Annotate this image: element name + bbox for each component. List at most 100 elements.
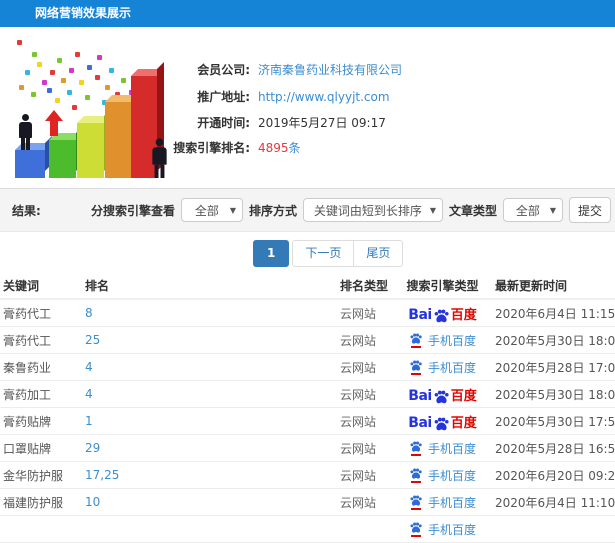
page-title: 网络营销效果展示	[0, 0, 615, 27]
baidu-logo-bai-text: Bai	[408, 414, 432, 431]
rank-link[interactable]: 17,25	[85, 462, 285, 488]
baidu-mobile-badge: 手机百度	[409, 521, 476, 538]
engine-filter-label: 分搜索引擎查看	[90, 203, 175, 218]
rank-type-cell: 云网站	[340, 333, 377, 348]
baidu-paw-icon	[434, 309, 449, 322]
pagination: 1 下一页 尾页	[253, 240, 404, 267]
rank-link[interactable]: 4	[85, 354, 285, 380]
table-row: 福建防护服 10 云网站 手机百度 2020年6月4日 11:10	[0, 489, 615, 516]
col-engine-type: 搜索引擎类型	[406, 278, 479, 293]
rank-type-cell: 云网站	[340, 441, 377, 456]
member-company-label: 会员公司:	[197, 63, 250, 77]
updated-cell: 2020年5月30日 18:03	[495, 387, 615, 402]
table-row: 秦鲁药业 4 云网站 手机百度 2020年5月28日 17:02	[0, 354, 615, 381]
rank-link[interactable]: 4	[85, 381, 285, 407]
ranking-count-number: 4895	[258, 141, 289, 155]
baidu-paw-icon	[409, 333, 423, 348]
filter-controls: 分搜索引擎查看 全部 ▼ 排序方式 关键词由短到长排序 ▼ 文章类型 全部 ▼ …	[91, 197, 615, 223]
chart-bar-orange	[105, 102, 131, 178]
updated-cell: 2020年6月4日 11:10	[495, 495, 615, 510]
open-time-label: 开通时间:	[197, 116, 250, 130]
baidu-mobile-badge: 手机百度	[409, 494, 476, 511]
keyword-cell: 金华防护服	[3, 468, 64, 483]
table-row: 口罩贴牌 29 云网站 手机百度 2020年5月28日 16:55	[0, 435, 615, 462]
table-row: 膏药代工 25 云网站 手机百度 2020年5月30日 18:06	[0, 327, 615, 354]
baidu-paw-icon	[409, 495, 423, 510]
confetti-decoration	[17, 40, 22, 45]
rank-link[interactable]: 10	[85, 489, 285, 515]
article-type-value: 全部	[515, 203, 540, 218]
engine-cell: Bai 百度	[395, 300, 490, 326]
engine-cell: 手机百度	[395, 435, 490, 461]
baidu-mobile-badge: 手机百度	[409, 467, 476, 484]
baidu-mobile-label: 手机百度	[427, 495, 476, 510]
keyword-cell: 膏药加工	[3, 387, 52, 402]
rank-type-cell: 云网站	[340, 468, 377, 483]
rank-link[interactable]: 1	[85, 408, 285, 434]
filter-bar: 结果: 分搜索引擎查看 全部 ▼ 排序方式 关键词由短到长排序 ▼ 文章类型 全…	[0, 188, 615, 232]
baidu-pc-logo: Bai 百度	[408, 412, 476, 431]
baidu-paw-icon	[434, 390, 449, 403]
info-section: 会员公司: 济南秦鲁药业科技有限公司 推广地址: http://www.qlyy…	[0, 27, 615, 188]
baidu-mobile-label: 手机百度	[427, 468, 476, 483]
up-arrow-icon	[45, 110, 63, 138]
keyword-cell: 膏药代工	[3, 306, 52, 321]
sort-select[interactable]: 关键词由短到长排序 ▼	[302, 198, 443, 222]
table-body: 膏药代工 8 云网站 Bai 百度 2020年6月4日 11:15 膏药代工 2…	[0, 300, 615, 543]
submit-button[interactable]: 提交	[569, 197, 611, 223]
baidu-paw-icon	[434, 417, 449, 430]
baidu-pc-logo: Bai 百度	[408, 385, 476, 404]
baidu-mobile-label: 手机百度	[427, 360, 476, 375]
baidu-mobile-label: 手机百度	[427, 441, 476, 456]
baidu-logo-du-text: 百度	[450, 415, 477, 431]
chevron-down-icon: ▼	[549, 205, 556, 215]
baidu-paw-icon	[409, 468, 423, 483]
sort-value: 关键词由短到长排序	[313, 203, 422, 218]
table-row: 金华防护服 17,25 云网站 手机百度 2020年6月20日 09:25	[0, 462, 615, 489]
article-type-select[interactable]: 全部 ▼	[503, 198, 563, 222]
table-header-row: 关键词 排名 排名类型 搜索引擎类型 最新更新时间	[0, 272, 615, 300]
baidu-pc-logo: Bai 百度	[408, 304, 476, 323]
baidu-logo-du-text: 百度	[450, 388, 477, 404]
promo-url-label: 推广地址:	[197, 90, 250, 104]
chevron-down-icon: ▼	[229, 205, 236, 215]
col-updated: 最新更新时间	[495, 278, 568, 293]
last-page-button[interactable]: 尾页	[354, 240, 404, 267]
baidu-paw-icon	[409, 522, 423, 537]
rank-type-cell: 云网站	[340, 360, 377, 375]
rank-link[interactable]: 25	[85, 327, 285, 353]
bar-chart-illustration	[5, 32, 177, 186]
ranking-count-unit: 条	[288, 141, 301, 155]
engine-cell: 手机百度	[395, 489, 490, 515]
rank-type-cell: 云网站	[340, 387, 377, 402]
keyword-cell: 膏药贴牌	[3, 414, 52, 429]
promo-url-link[interactable]: http://www.qlyyjt.com	[258, 88, 390, 106]
table-row: 膏药代工 8 云网站 Bai 百度 2020年6月4日 11:15	[0, 300, 615, 327]
page-button-current[interactable]: 1	[253, 240, 290, 267]
col-rank-type: 排名类型	[340, 278, 389, 293]
rank-link[interactable]: 8	[85, 300, 285, 326]
chart-bar-blue	[15, 150, 45, 178]
ranking-count-value: 4895条	[258, 139, 301, 157]
updated-cell: 2020年5月30日 17:58	[495, 414, 615, 429]
baidu-logo-bai-text: Bai	[408, 306, 432, 323]
updated-cell: 2020年5月28日 16:55	[495, 441, 615, 456]
table-row: 膏药贴牌 1 云网站 Bai 百度 2020年5月30日 17:58	[0, 408, 615, 435]
member-company-link[interactable]: 济南秦鲁药业科技有限公司	[258, 61, 402, 79]
baidu-logo-du-text: 百度	[450, 307, 477, 323]
baidu-mobile-label: 手机百度	[427, 522, 476, 537]
baidu-logo-bai-text: Bai	[408, 387, 432, 404]
engine-filter-select[interactable]: 全部 ▼	[180, 198, 243, 222]
col-rank: 排名	[85, 278, 110, 293]
updated-cell: 2020年5月28日 17:02	[495, 360, 615, 375]
baidu-mobile-badge: 手机百度	[409, 332, 476, 349]
businessman-figure-left	[19, 114, 32, 150]
chevron-down-icon: ▼	[429, 205, 436, 215]
col-keyword: 关键词	[3, 278, 40, 293]
next-page-button[interactable]: 下一页	[292, 240, 355, 267]
engine-cell: 手机百度	[395, 462, 490, 488]
rank-link[interactable]: 29	[85, 435, 285, 461]
updated-cell: 2020年5月30日 18:06	[495, 333, 615, 348]
keyword-cell: 秦鲁药业	[3, 360, 52, 375]
chart-bar-green	[49, 140, 76, 178]
